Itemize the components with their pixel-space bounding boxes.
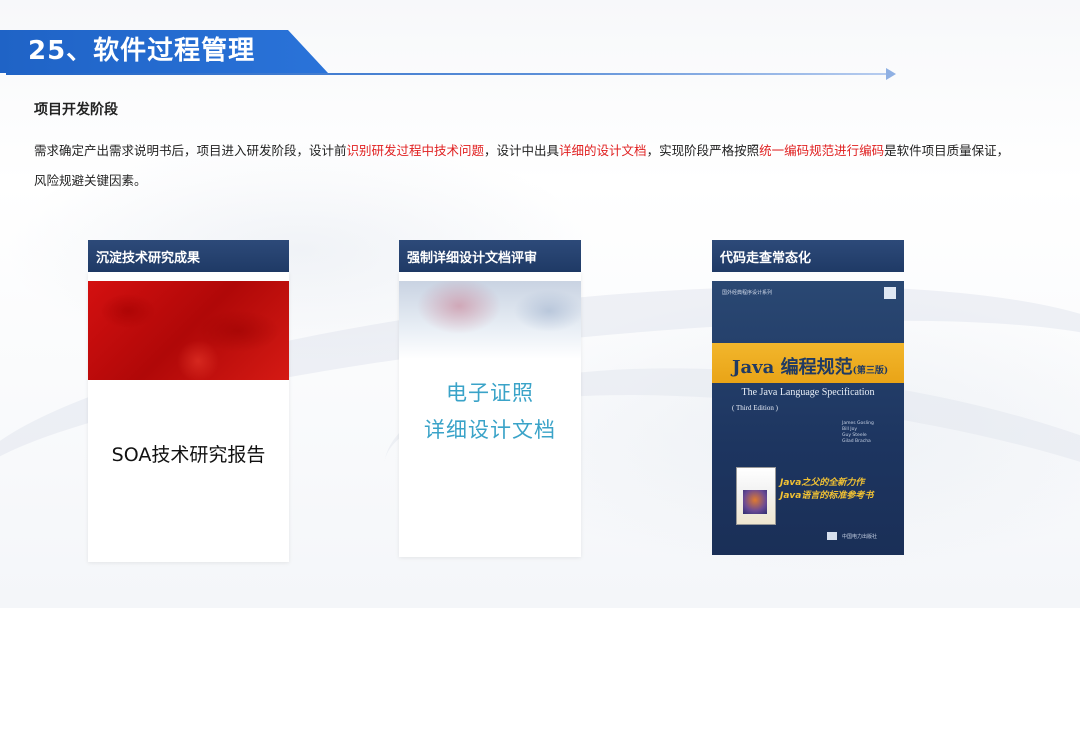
book-publisher: 中国电力出版社 [842, 534, 878, 540]
book-tagline-2: Java语言的标准参考书 [780, 491, 874, 501]
description-paragraph: 需求确定产出需求说明书后，项目进入研发阶段，设计前识别研发过程中技术问题，设计中… [34, 136, 1044, 196]
book-title-en: The Java Language Specification [741, 387, 875, 398]
paragraph-segment: 需求确定产出需求说明书后，项目进入研发阶段，设计前 [34, 143, 347, 158]
card-header-tech-research: 沉淀技术研究成果 [88, 240, 289, 272]
book-edition-cn: (第三版) [852, 366, 889, 376]
book-thumbnail [736, 467, 776, 525]
book-series: 国外经典程序设计系列 [722, 290, 773, 296]
document-cover-image [399, 281, 581, 359]
highlight-design-doc: 详细的设计文档 [559, 143, 647, 158]
book-edition-en: ( Third Edition ) [732, 404, 778, 412]
paragraph-segment: 是软件项目质量保证， [884, 143, 1010, 158]
highlight-coding-standard: 统一编码规范进行编码 [759, 143, 885, 158]
soa-report-label: SOA技术研究报告 [111, 444, 266, 466]
card-header-code-review: 代码走查常态化 [712, 240, 904, 272]
thumbnail-figure [743, 490, 767, 514]
card-header-design-review: 强制详细设计文档评审 [399, 240, 581, 272]
highlight-tech-issues: 识别研发过程中技术问题 [346, 143, 485, 158]
book-title-cn: 编程规范 [780, 357, 853, 378]
red-dragon-image [88, 281, 289, 380]
slide-title: 25、软件过程管理 [28, 36, 256, 66]
design-doc-label: 详细设计文档 [424, 418, 556, 442]
book-authors: James Gosling Bill Joy Guy Steele Gilad … [842, 421, 874, 444]
book-title-prefix: Java [732, 357, 775, 378]
paragraph-line-2: 风险规避关键因素。 [34, 173, 147, 188]
paragraph-segment: ，实现阶段严格按照 [646, 143, 760, 158]
book-title: Java 编程规范(第三版) [732, 353, 888, 379]
publisher-mark-icon [827, 532, 837, 540]
book-tagline: Java之父的全新力作 Java语言的标准参考书 [780, 477, 873, 503]
book-tagline-1: Java之父的全新力作 [780, 478, 865, 488]
title-underline [6, 73, 894, 75]
section-heading: 项目开发阶段 [34, 102, 118, 118]
e-license-label: 电子证照 [446, 381, 534, 405]
java-book-cover: 国外经典程序设计系列 Java 编程规范(第三版) The Java Langu… [712, 281, 904, 555]
publisher-logo-icon [884, 287, 896, 299]
arrow-icon [886, 68, 896, 80]
paragraph-line-1: 需求确定产出需求说明书后，项目进入研发阶段，设计前识别研发过程中技术问题，设计中… [34, 136, 1044, 166]
paragraph-segment: ，设计中出具 [484, 143, 560, 158]
